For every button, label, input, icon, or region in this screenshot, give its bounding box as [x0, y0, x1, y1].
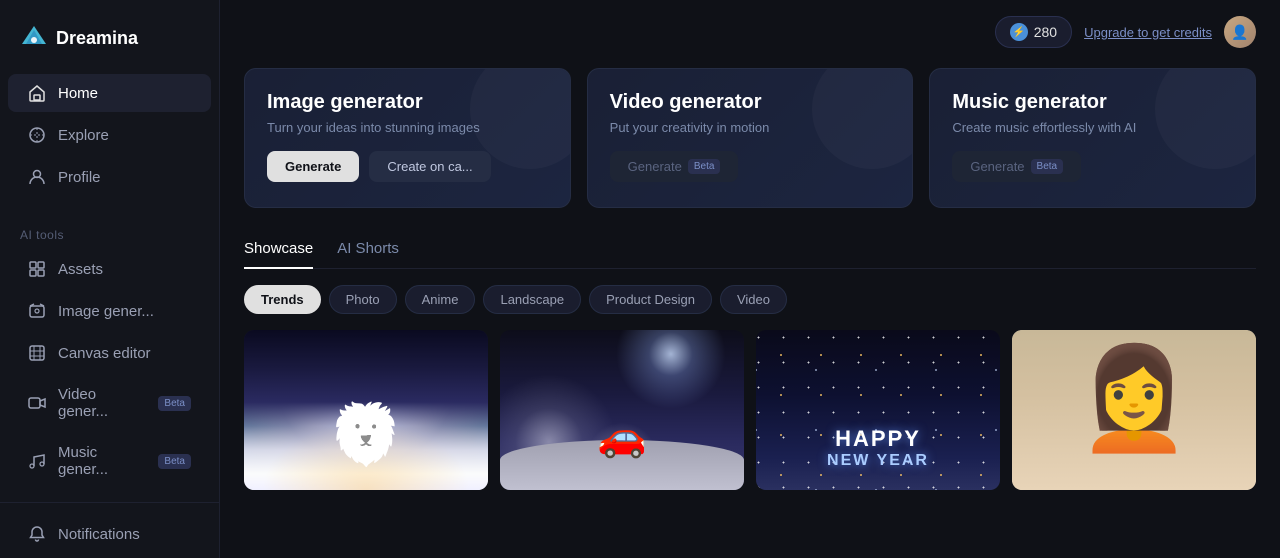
dreamina-logo-icon	[20, 24, 48, 52]
music-gen-generate-button[interactable]: Generate Beta	[952, 151, 1081, 182]
showcase-tabs: Showcase AI Shorts	[244, 232, 1256, 269]
happy-new-year-text: HAPPY NEW YEAR	[827, 426, 929, 470]
home-icon	[28, 84, 46, 102]
sidebar-divider-bottom	[0, 502, 219, 503]
tab-ai-shorts[interactable]: AI Shorts	[337, 232, 399, 269]
sidebar-item-image-gen-label: Image gener...	[58, 303, 154, 320]
chip-anime[interactable]: Anime	[405, 285, 476, 314]
credits-icon: ⚡	[1010, 23, 1028, 41]
sidebar-item-profile-label: Profile	[58, 169, 101, 186]
sidebar-item-canvas[interactable]: Canvas editor	[8, 334, 211, 372]
explore-icon	[28, 126, 46, 144]
canvas-icon	[28, 344, 46, 362]
image-gen-title: Image generator	[267, 91, 548, 114]
moon-surface	[500, 440, 744, 490]
image-generator-card: Image generator Turn your ideas into stu…	[244, 68, 571, 208]
logo: Dreamina	[0, 16, 219, 72]
bell-icon	[28, 525, 46, 543]
logo-text: Dreamina	[56, 28, 138, 49]
sidebar-item-home-label: Home	[58, 85, 98, 102]
sidebar-item-explore-label: Explore	[58, 127, 109, 144]
music-gen-icon	[28, 452, 46, 470]
music-generator-card: Music generator Create music effortlessl…	[929, 68, 1256, 208]
gallery-item-lion[interactable]	[244, 330, 488, 490]
chip-photo[interactable]: Photo	[329, 285, 397, 314]
upgrade-button[interactable]: Upgrade to get credits	[1084, 25, 1212, 40]
chip-video[interactable]: Video	[720, 285, 787, 314]
gallery-item-car[interactable]	[500, 330, 744, 490]
video-gen-beta-badge: Beta	[158, 396, 191, 411]
sidebar-item-explore[interactable]: Explore	[8, 116, 211, 154]
sidebar-item-assets[interactable]: Assets	[8, 250, 211, 288]
profile-icon	[28, 168, 46, 186]
music-gen-desc: Create music effortlessly with AI	[952, 120, 1233, 135]
sidebar-item-notifications-label: Notifications	[58, 526, 140, 543]
chip-trends[interactable]: Trends	[244, 285, 321, 314]
sidebar-item-video-gen-label: Video gener...	[58, 386, 146, 420]
video-gen-icon	[28, 394, 46, 412]
credits-count: 280	[1034, 24, 1057, 40]
sidebar-item-music-gen-label: Music gener...	[58, 444, 146, 478]
generator-cards: Image generator Turn your ideas into stu…	[244, 68, 1256, 208]
avatar-image: 👤	[1224, 16, 1256, 48]
sidebar-item-image-gen[interactable]: Image gener...	[8, 292, 211, 330]
image-gen-icon	[28, 302, 46, 320]
image-gen-desc: Turn your ideas into stunning images	[267, 120, 548, 135]
sidebar-item-profile[interactable]: Profile	[8, 158, 211, 196]
music-gen-actions: Generate Beta	[952, 151, 1233, 182]
credits-button[interactable]: ⚡ 280	[995, 16, 1072, 48]
image-gen-generate-button[interactable]: Generate	[267, 151, 359, 182]
avatar[interactable]: 👤	[1224, 16, 1256, 48]
music-gen-title: Music generator	[952, 91, 1233, 114]
video-gen-card-beta: Beta	[688, 159, 721, 174]
video-gen-actions: Generate Beta	[610, 151, 891, 182]
gallery: HAPPY NEW YEAR 🧑‍🦱	[244, 330, 1256, 490]
sidebar-item-assets-label: Assets	[58, 261, 103, 278]
video-gen-title: Video generator	[610, 91, 891, 114]
sidebar: Dreamina Home Explore Profile AI tools	[0, 0, 220, 558]
gallery-item-stars[interactable]: HAPPY NEW YEAR	[756, 330, 1000, 490]
gallery-item-portrait[interactable]: 🧑‍🦱	[1012, 330, 1256, 490]
filter-chips: Trends Photo Anime Landscape Product Des…	[244, 285, 1256, 314]
ai-tools-label: AI tools	[0, 222, 219, 248]
chip-product-design[interactable]: Product Design	[589, 285, 712, 314]
video-gen-desc: Put your creativity in motion	[610, 120, 891, 135]
video-generator-card: Video generator Put your creativity in m…	[587, 68, 914, 208]
music-gen-card-beta: Beta	[1031, 159, 1064, 174]
image-gen-canvas-button[interactable]: Create on ca...	[369, 151, 490, 182]
sidebar-item-canvas-label: Canvas editor	[58, 345, 151, 362]
music-gen-beta-badge: Beta	[158, 454, 191, 469]
topbar: ⚡ 280 Upgrade to get credits 👤	[244, 16, 1256, 48]
sidebar-item-notifications[interactable]: Notifications	[8, 515, 211, 553]
main-content: ⚡ 280 Upgrade to get credits 👤 Image gen…	[220, 0, 1280, 558]
tab-showcase[interactable]: Showcase	[244, 232, 313, 269]
video-gen-generate-button[interactable]: Generate Beta	[610, 151, 739, 182]
sidebar-item-video-gen[interactable]: Video gener... Beta	[8, 376, 211, 430]
assets-icon	[28, 260, 46, 278]
chip-landscape[interactable]: Landscape	[483, 285, 581, 314]
sidebar-item-music-gen[interactable]: Music gener... Beta	[8, 434, 211, 488]
image-gen-actions: Generate Create on ca...	[267, 151, 548, 182]
sidebar-item-home[interactable]: Home	[8, 74, 211, 112]
